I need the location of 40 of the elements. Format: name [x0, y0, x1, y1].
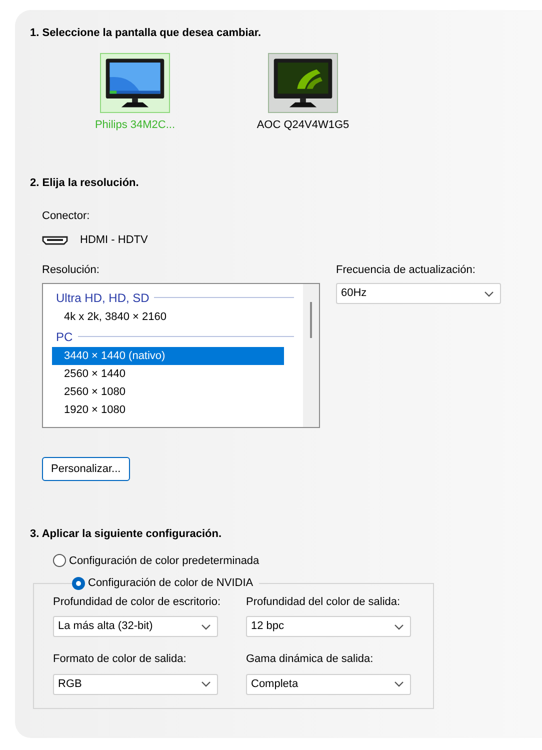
list-item[interactable]: 3440 × 1440 (nativo)	[52, 347, 284, 365]
refresh-rate-label: Frecuencia de actualización:	[336, 262, 476, 278]
hdmi-port-icon	[42, 236, 68, 245]
resolution-list[interactable]: Ultra HD, HD, SD 4k x 2k, 3840 × 2160 PC 3440 × 1440 (nativo) 2560 × 1440 2560 × 1080 1920 × 1080	[42, 283, 320, 428]
radio-button[interactable]	[53, 554, 66, 568]
setting-label: Gama dinámica de salida:	[246, 652, 374, 667]
section-heading: 3. Aplicar la siguiente configuración.	[30, 527, 223, 542]
section-heading: 1. Seleccione la pantalla que desea cambiar.	[30, 26, 262, 41]
connector-name: HDMI - HDTV	[80, 233, 148, 248]
dropdown[interactable]: RGB	[53, 674, 218, 694]
chevron-down-icon	[201, 624, 211, 630]
list-item[interactable]: 2560 × 1080	[52, 383, 284, 401]
resolution-label: Resolución:	[42, 262, 100, 278]
radio-label: Configuración de color de NVIDIA	[88, 576, 254, 591]
radio-label: Configuración de color predeterminada	[69, 554, 260, 568]
list-item[interactable]: 1920 × 1080	[52, 401, 284, 419]
display-tile[interactable]	[268, 52, 338, 112]
setting-label: Formato de color de salida:	[53, 652, 188, 667]
radio-button[interactable]	[72, 576, 85, 590]
setting-label: Profundidad de color de escritorio:	[53, 594, 222, 610]
display-name: AOC Q24V4W1G5	[256, 118, 350, 132]
section-heading: 2. Elija la resolución.	[30, 176, 140, 191]
connector-label: Conector:	[42, 208, 91, 224]
chevron-down-icon	[484, 290, 494, 296]
list-group-header: PC	[55, 328, 73, 346]
chevron-down-icon	[201, 681, 211, 687]
display-name: Philips 34M2C...	[94, 118, 176, 132]
setting-label: Profundidad del color de salida:	[246, 594, 402, 610]
list-item[interactable]: 2560 × 1440	[52, 365, 284, 383]
dropdown[interactable]: 12 bpc	[246, 616, 411, 637]
list-item[interactable]: 4k x 2k, 3840 × 2160	[52, 308, 284, 326]
chevron-down-icon	[394, 681, 404, 687]
list-group-header: Ultra HD, HD, SD	[55, 290, 150, 306]
dropdown[interactable]: La más alta (32-bit)	[53, 616, 218, 637]
dropdown[interactable]: 60Hz	[336, 283, 501, 304]
dropdown[interactable]: Completa	[246, 674, 411, 694]
chevron-down-icon	[394, 624, 404, 630]
display-tile[interactable]	[100, 52, 170, 112]
customize-button[interactable]: Personalizar...	[42, 457, 130, 481]
scrollbar[interactable]	[303, 284, 319, 427]
